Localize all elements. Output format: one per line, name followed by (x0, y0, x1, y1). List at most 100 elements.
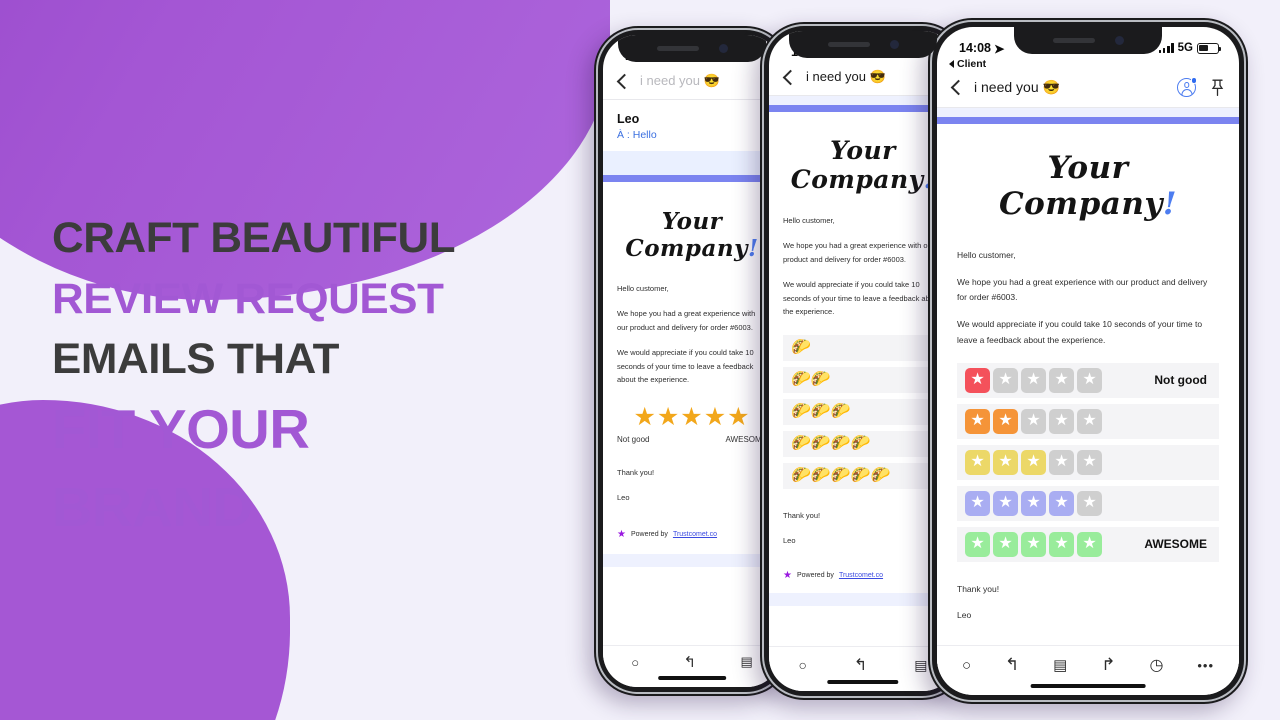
company-logo-text: Your Company (625, 208, 748, 262)
back-chevron-icon[interactable] (782, 69, 799, 85)
rating-row-5[interactable]: ★ ★ ★ ★ ★ AWESOME (957, 526, 1219, 562)
contact-avatar-icon[interactable] (1177, 77, 1197, 97)
inbox-list-item[interactable]: Leo À : Hello (603, 100, 781, 151)
network-type-label: 5G (1177, 42, 1193, 54)
more-options-icon[interactable]: ••• (1197, 658, 1214, 673)
rating-widget-3[interactable]: ★ ★ ★ ★ ★ Not good ★ ★ ★ ★ ★ ★ ★ ★ ★ ★ ★ ★ ★ ★ ★ ★ ★ ★ ★ ★ AWESOME (957, 362, 1219, 562)
taco-rating-row-2[interactable]: 🌮🌮 (783, 367, 943, 394)
back-triangle-icon (949, 60, 954, 68)
star-square[interactable]: ★ (1077, 449, 1102, 475)
accent-pad-3 (937, 108, 1239, 117)
forward-icon[interactable]: ↱ (1101, 655, 1115, 675)
taco-rating-row-3[interactable]: 🌮🌮🌮 (783, 399, 943, 426)
thanks-1: Thank you! (617, 468, 655, 478)
star-square[interactable]: ★ (1049, 490, 1074, 516)
star-square[interactable]: ★ (993, 449, 1018, 475)
trustcomet-link-1[interactable]: Trustcomet.co (673, 531, 717, 538)
trustcomet-star-icon: ★ (783, 570, 792, 581)
thanks-2: Thank you! (783, 511, 821, 521)
rating-high-label-3: AWESOME (1144, 537, 1207, 552)
paragraph-1a: We hope you had a great experience with … (617, 308, 756, 332)
taco-rating-row-5[interactable]: 🌮🌮🌮🌮🌮 (783, 463, 943, 490)
email-closing-1: Thank you! Leo (617, 466, 767, 505)
trustcomet-link-2[interactable]: Trustcomet.co (839, 572, 883, 579)
greeting-2: Hello customer, (783, 216, 835, 225)
brand-accent-strip-3 (937, 117, 1239, 124)
taco-rating-row-4[interactable]: 🌮🌮🌮🌮 (783, 431, 943, 458)
rating-row-4[interactable]: ★ ★ ★ ★ ★ (957, 485, 1219, 521)
star-square[interactable]: ★ (1049, 531, 1074, 557)
star-square[interactable]: ★ (993, 531, 1018, 557)
back-label: Client (957, 58, 987, 70)
powered-by-text-1: Powered by (630, 531, 668, 538)
star-square[interactable]: ★ (965, 408, 990, 434)
headline-line-3: Emails That (52, 335, 340, 384)
star-square[interactable]: ★ (1077, 490, 1102, 516)
star-square[interactable]: ★ (993, 408, 1018, 434)
archive-icon[interactable]: ▤ (914, 657, 927, 674)
thanks-3: Thank you! (957, 583, 1000, 594)
company-logo-1: Your Company! (617, 182, 767, 282)
archive-icon[interactable]: ▤ (1053, 656, 1067, 674)
star-square[interactable]: ★ (965, 531, 990, 557)
star-square[interactable]: ★ (993, 367, 1018, 393)
gold-star-row[interactable]: ★★★★★ (617, 405, 767, 430)
battery-icon (1197, 42, 1222, 54)
phone-3-screen: 14:08 ➤ 5G Client i need you 😎 Your Comp… (937, 27, 1239, 695)
marketing-headline: Craft Beautiful Review Request Emails Th… (52, 208, 522, 546)
star-square[interactable]: ★ (965, 367, 990, 393)
paragraph-3a: We hope you had a great experience with … (957, 276, 1208, 303)
star-square[interactable]: ★ (1049, 449, 1074, 475)
star-square[interactable]: ★ (1077, 408, 1102, 434)
star-square[interactable]: ★ (965, 490, 990, 516)
reply-icon[interactable]: ↰ (1005, 655, 1019, 675)
star-square[interactable]: ★ (1021, 408, 1046, 434)
back-to-client-button[interactable]: Client (937, 57, 1239, 70)
star-square[interactable]: ★ (1021, 367, 1046, 393)
star-square[interactable]: ★ (1077, 367, 1102, 393)
cellular-signal-icon (1158, 43, 1174, 53)
status-time-3: 14:08 (959, 41, 991, 55)
speaker-grille-icon (1052, 38, 1095, 43)
paragraph-2a: We hope you had a great experience with … (783, 240, 935, 264)
company-logo-text: Your Company (998, 150, 1163, 222)
star-square[interactable]: ★ (1049, 408, 1074, 434)
mark-unread-icon[interactable]: ○ (631, 655, 639, 670)
mark-unread-icon[interactable]: ○ (798, 657, 806, 673)
subject-line-1: i need you 😎 (640, 73, 720, 88)
mark-unread-icon[interactable]: ○ (962, 657, 971, 674)
back-chevron-icon[interactable] (950, 79, 967, 96)
star-square[interactable]: ★ (1049, 367, 1074, 393)
reply-icon[interactable]: ↰ (854, 655, 867, 675)
inbox-sender-name: Leo (617, 112, 640, 126)
reply-icon[interactable]: ↰ (683, 653, 696, 671)
home-indicator-2 (827, 680, 899, 684)
rating-row-1[interactable]: ★ ★ ★ ★ ★ Not good (957, 362, 1219, 398)
rating-row-2[interactable]: ★ ★ ★ ★ ★ (957, 403, 1219, 439)
rating-widget-1[interactable]: ★★★★★ Not good AWESOME (617, 405, 767, 445)
star-square[interactable]: ★ (1021, 531, 1046, 557)
archive-icon[interactable]: ▤ (740, 654, 752, 670)
star-square[interactable]: ★ (1021, 449, 1046, 475)
company-logo-exclamation: ! (747, 235, 759, 262)
star-square[interactable]: ★ (1021, 490, 1046, 516)
star-square[interactable]: ★ (965, 449, 990, 475)
paragraph-1b: We would appreciate if you could take 10… (617, 347, 754, 385)
star-square[interactable]: ★ (1077, 531, 1102, 557)
rating-row-3[interactable]: ★ ★ ★ ★ ★ (957, 444, 1219, 480)
pushpin-icon[interactable] (1210, 79, 1225, 97)
snooze-clock-icon[interactable]: ◷ (1149, 655, 1163, 675)
location-arrow-icon: ➤ (993, 41, 1005, 56)
taco-rating-row-1[interactable]: 🌮 (783, 335, 943, 362)
star-group: ★ ★ ★ ★ ★ (965, 408, 1102, 434)
back-chevron-icon[interactable] (616, 73, 633, 89)
signature-2: Leo (783, 536, 796, 546)
star-group: ★ ★ ★ ★ ★ (965, 449, 1102, 475)
greeting-3: Hello customer, (957, 250, 1016, 260)
email-closing-2: Thank you! Leo (783, 509, 943, 548)
rating-widget-2[interactable]: 🌮 🌮🌮 🌮🌮🌮 🌮🌮🌮🌮 🌮🌮🌮🌮🌮 (783, 335, 943, 490)
star-square[interactable]: ★ (993, 490, 1018, 516)
company-logo-3: Your Company! (957, 124, 1219, 248)
paragraph-2b: We would appreciate if you could take 10… (783, 279, 941, 317)
front-camera-icon (889, 40, 899, 49)
